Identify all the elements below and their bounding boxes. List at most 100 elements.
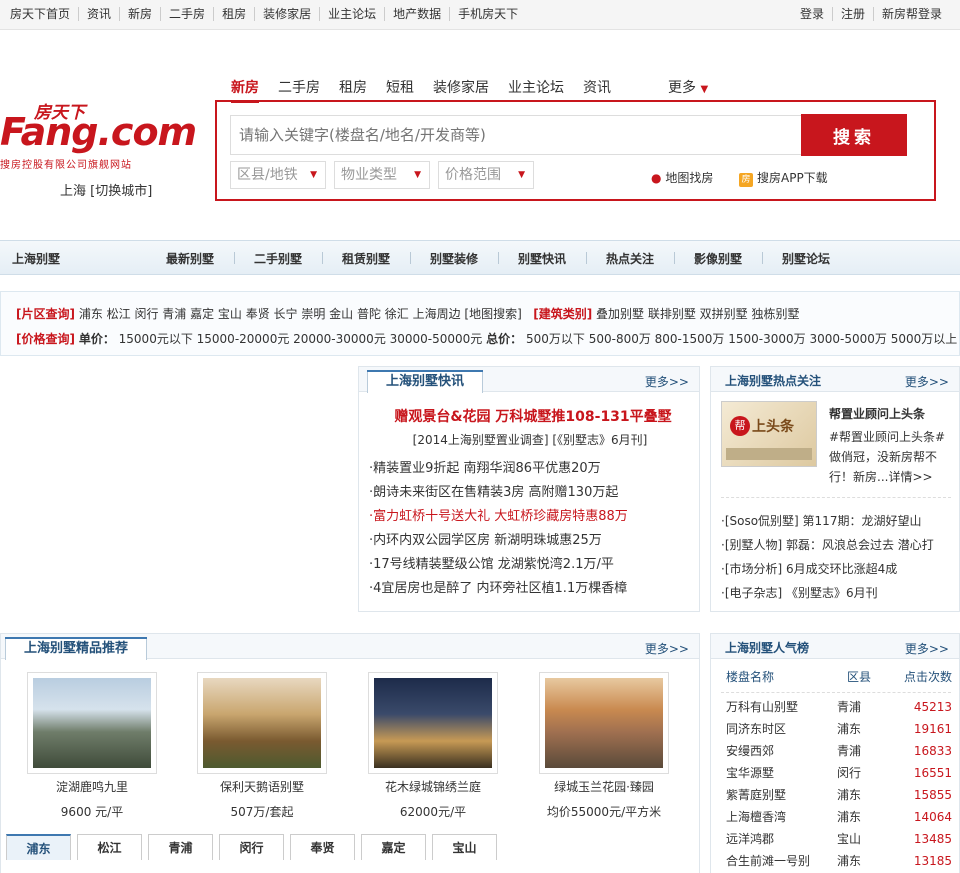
district-tab-minhang[interactable]: 闵行: [219, 834, 284, 860]
hot-feature-desc[interactable]: #帮置业顾问上头条#做俏冠，没新房帮不行！新房...详情>>: [829, 427, 953, 487]
district-tab-baoshan[interactable]: 宝山: [432, 834, 497, 860]
table-row[interactable]: 远洋鸿郡 宝山 13485: [726, 828, 956, 850]
row-name[interactable]: 上海檀香湾: [726, 810, 786, 824]
search-input[interactable]: [230, 115, 802, 155]
channel-item-forum[interactable]: 别墅论坛: [782, 250, 870, 267]
city-switcher[interactable]: 上海 [切换城市]: [60, 180, 152, 199]
hot-item[interactable]: ·[Soso侃别墅] 第117期：龙湖好望山: [721, 509, 934, 533]
news-panel: 上海别墅快讯 更多>> 赠观景台&花园 万科城墅推108-131平叠墅 [201…: [358, 366, 700, 612]
channel-title[interactable]: 上海别墅: [12, 250, 60, 267]
district-tab-songjiang[interactable]: 松江: [77, 834, 142, 860]
top-link-decor[interactable]: 装修家居: [254, 7, 319, 21]
map-search-link[interactable]: ● 地图找房: [651, 169, 713, 186]
table-row[interactable]: 宝华源墅 闵行 16551: [726, 762, 956, 784]
hot-panel-header: 上海别墅热点关注 更多>>: [711, 367, 959, 392]
search-button[interactable]: 搜索: [801, 114, 907, 156]
table-row[interactable]: 上海檀香湾 浦东 14064: [726, 806, 956, 828]
property-card[interactable]: 保利天鹅语别墅 507万/套起: [197, 672, 327, 820]
district-tab-jiading[interactable]: 嘉定: [361, 834, 426, 860]
channel-item-news[interactable]: 别墅快讯: [518, 250, 606, 267]
property-card[interactable]: 花木绿城锦绣兰庭 62000元/平: [368, 672, 498, 820]
chevron-down-icon: ▼: [700, 84, 709, 95]
price-filter-label: [价格查询]: [16, 332, 75, 346]
hot-item[interactable]: ·[别墅人物] 郭磊：风浪总会过去 潜心打: [721, 533, 934, 557]
news-headline[interactable]: 赠观景台&花园 万科城墅推108-131平叠墅: [393, 406, 673, 426]
area-filter-links[interactable]: 浦东 松江 闵行 青浦 嘉定 宝山 奉贤 长宁 崇明 金山 普陀 徐汇 上海周边…: [79, 307, 522, 321]
property-type-label: 物业类型: [341, 167, 397, 183]
table-row[interactable]: 万科有山别墅 青浦 45213: [726, 696, 956, 718]
news-item[interactable]: ·富力虹桥十号送大礼 大虹桥珍藏房特惠88万: [369, 505, 628, 529]
unit-price-links[interactable]: 15000元以下 15000-20000元 20000-30000元 30000…: [119, 332, 483, 346]
row-name[interactable]: 紫菁庭别墅: [726, 788, 786, 802]
row-name[interactable]: 宝华源墅: [726, 766, 774, 780]
table-row[interactable]: 合生前滩一号别 浦东 13185: [726, 850, 956, 872]
row-name[interactable]: 合生前滩一号别: [726, 854, 810, 868]
channel-item-decor[interactable]: 别墅装修: [430, 250, 518, 267]
table-row[interactable]: 紫菁庭别墅 浦东 15855: [726, 784, 956, 806]
district-tab-fengxian[interactable]: 奉贤: [290, 834, 355, 860]
property-card[interactable]: 绿城玉兰花园·臻园 均价55000元/平方米: [539, 672, 669, 820]
property-name[interactable]: 绿城玉兰花园·臻园: [539, 778, 669, 795]
channel-item-resale[interactable]: 二手别墅: [254, 250, 342, 267]
register-link[interactable]: 注册: [831, 7, 873, 21]
ranking-panel-title[interactable]: 上海别墅人气榜: [725, 639, 809, 656]
table-row[interactable]: 安缦西郊 青浦 16833: [726, 740, 956, 762]
district-tab-qingpu[interactable]: 青浦: [148, 834, 213, 860]
news-item[interactable]: ·4宜居房也是醉了 内环旁社区植1.1万棵香樟: [369, 577, 628, 601]
news-item[interactable]: ·朗诗未来街区在售精装3房 高附赠130万起: [369, 481, 628, 505]
top-link-resale[interactable]: 二手房: [160, 7, 213, 21]
news-item[interactable]: ·内环内双公园学区房 新湖明珠城惠25万: [369, 529, 628, 553]
hot-feature-title[interactable]: 帮置业顾问上头条: [829, 405, 925, 422]
property-card[interactable]: 淀湖鹿鸣九里 9600 元/平: [27, 672, 157, 820]
total-price-links[interactable]: 500万以下 500-800万 800-1500万 1500-3000万 300…: [526, 332, 957, 346]
row-name[interactable]: 远洋鸿郡: [726, 832, 774, 846]
property-image[interactable]: [197, 672, 327, 774]
news-subline[interactable]: [2014上海别墅置业调查] [《别墅志》6月刊]: [359, 431, 701, 448]
property-name[interactable]: 淀湖鹿鸣九里: [27, 778, 157, 795]
app-download-link[interactable]: 房搜房APP下载: [739, 169, 828, 187]
row-name[interactable]: 万科有山别墅: [726, 700, 798, 714]
news-panel-title[interactable]: 上海别墅快讯: [367, 370, 484, 393]
top-link-newhouse[interactable]: 新房: [119, 7, 160, 21]
table-row[interactable]: 同济东时区 浦东 19161: [726, 718, 956, 740]
property-image[interactable]: [539, 672, 669, 774]
top-link-data[interactable]: 地产数据: [384, 7, 449, 21]
ranking-panel: 上海别墅人气榜 更多>> 楼盘名称 区县 点击次数 万科有山别墅 青浦 45213 …: [710, 633, 960, 873]
hot-item[interactable]: ·[电子杂志] 《别墅志》6月刊: [721, 581, 934, 605]
channel-item-latest[interactable]: 最新别墅: [166, 250, 254, 267]
premium-more-link[interactable]: 更多>>: [645, 640, 689, 657]
news-more-link[interactable]: 更多>>: [645, 373, 689, 390]
ranking-more-link[interactable]: 更多>>: [905, 640, 949, 657]
property-name[interactable]: 花木绿城锦绣兰庭: [368, 778, 498, 795]
top-link-mobile[interactable]: 手机房天下: [449, 7, 526, 21]
property-image[interactable]: [368, 672, 498, 774]
agent-login-link[interactable]: 新房帮登录: [872, 7, 950, 21]
chevron-down-icon: ▼: [518, 170, 525, 180]
channel-item-hot[interactable]: 热点关注: [606, 250, 694, 267]
row-name[interactable]: 同济东时区: [726, 722, 786, 736]
top-link-forum[interactable]: 业主论坛: [319, 7, 384, 21]
feature-image-band: [726, 448, 812, 460]
district-tab-pudong[interactable]: 浦东: [6, 834, 71, 860]
channel-item-photo[interactable]: 影像别墅: [694, 250, 782, 267]
search-tab-more[interactable]: 更多 ▼: [668, 77, 708, 97]
hot-item[interactable]: ·[市场分析] 6月成交环比涨超4成: [721, 557, 934, 581]
property-image[interactable]: [27, 672, 157, 774]
news-item[interactable]: ·精装置业9折起 南翔华润86平优惠20万: [369, 457, 628, 481]
top-link-home[interactable]: 房天下首页: [10, 7, 78, 21]
hot-feature-image[interactable]: 帮 上头条: [721, 401, 817, 467]
property-type-select[interactable]: 物业类型 ▼: [334, 161, 430, 189]
type-filter-links[interactable]: 叠加别墅 联排别墅 双拼别墅 独栋别墅: [596, 307, 799, 321]
hot-panel-title[interactable]: 上海别墅热点关注: [725, 372, 821, 389]
row-name[interactable]: 安缦西郊: [726, 744, 774, 758]
top-link-news[interactable]: 资讯: [78, 7, 119, 21]
channel-item-rent[interactable]: 租赁别墅: [342, 250, 430, 267]
premium-panel-title[interactable]: 上海别墅精品推荐: [5, 637, 148, 660]
hot-more-link[interactable]: 更多>>: [905, 373, 949, 390]
login-link[interactable]: 登录: [792, 7, 832, 21]
news-item[interactable]: ·17号线精装墅级公馆 龙湖紫悦湾2.1万/平: [369, 553, 628, 577]
price-range-select[interactable]: 价格范围 ▼: [438, 161, 534, 189]
top-link-rent[interactable]: 租房: [213, 7, 254, 21]
property-name[interactable]: 保利天鹅语别墅: [197, 778, 327, 795]
district-select[interactable]: 区县/地铁 ▼: [230, 161, 326, 189]
